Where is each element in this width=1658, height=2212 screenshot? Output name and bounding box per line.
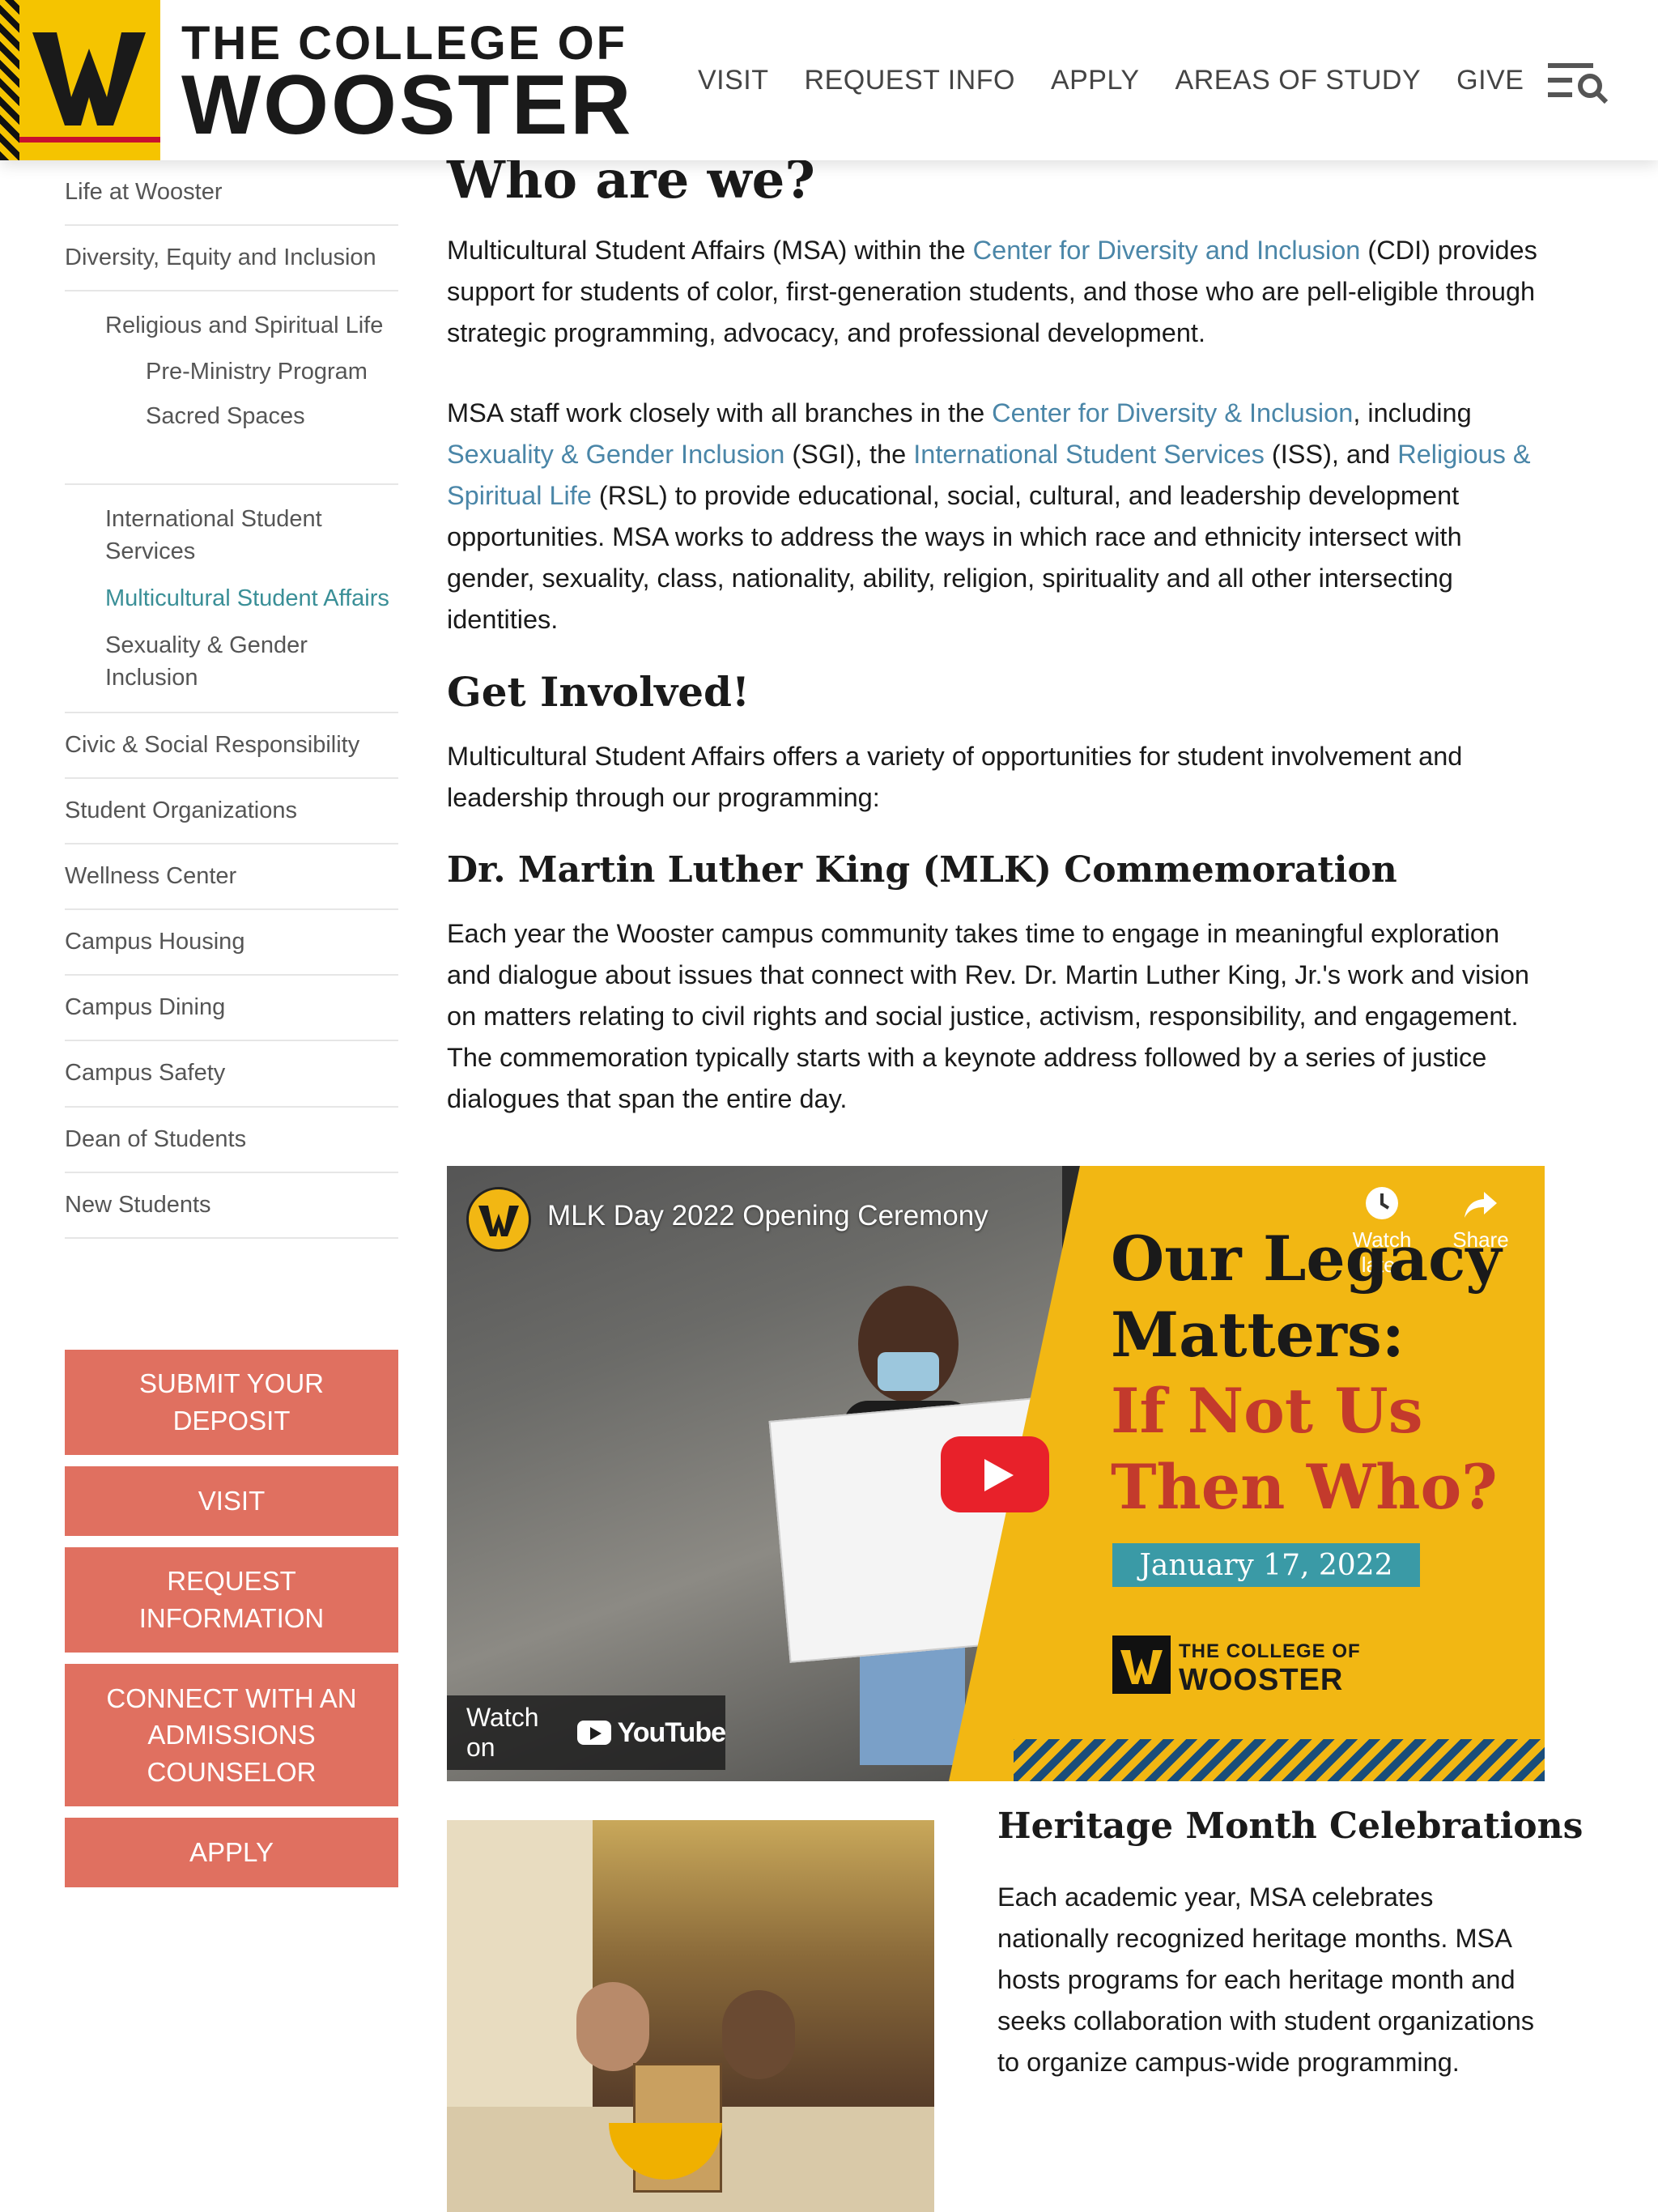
sidebar-item-religious-spiritual-life[interactable]: Religious and Spiritual Life xyxy=(105,309,398,342)
sidebar-item-civic[interactable]: Civic & Social Responsibility xyxy=(65,713,398,779)
connect-counselor-button[interactable]: CONNECT WITH AN ADMISSIONS COUNSELOR xyxy=(65,1664,398,1806)
video-date-badge: January 17, 2022 xyxy=(1112,1543,1420,1587)
sidebar-item-iss[interactable]: International Student Services xyxy=(105,503,398,568)
sidebar-item-student-orgs[interactable]: Student Organizations xyxy=(65,779,398,844)
youtube-logo-icon: YouTube xyxy=(576,1716,726,1749)
visit-button[interactable]: VISIT xyxy=(65,1466,398,1536)
headline-line-3: If Not Us xyxy=(1111,1375,1423,1447)
get-involved-heading: Get Involved! xyxy=(447,668,750,717)
heritage-paragraph: Each academic year, MSA celebrates natio… xyxy=(997,1882,1535,2077)
cta-buttons: SUBMIT YOUR DEPOSIT VISIT REQUEST INFORM… xyxy=(65,1350,398,1899)
text: (SGI), the xyxy=(784,440,914,470)
site-header: THE COLLEGE OF WOOSTER VISIT REQUEST INF… xyxy=(0,0,1658,160)
sidebar-item-wellness[interactable]: Wellness Center xyxy=(65,844,398,911)
youtube-video-embed[interactable]: MLK Day 2022 Opening Ceremony Watch late… xyxy=(447,1166,1545,1781)
sidebar-item-life-at-wooster[interactable]: Life at Wooster xyxy=(65,160,398,227)
menu-search-icon[interactable] xyxy=(1546,57,1611,105)
sidebar-item-dining[interactable]: Campus Dining xyxy=(65,976,398,1042)
text: MSA staff work closely with all branches… xyxy=(447,398,993,428)
text: (ISS), and xyxy=(1264,440,1398,470)
sidebar-item-msa[interactable]: Multicultural Student Affairs xyxy=(105,582,398,615)
text: (RSL) to provide educational, social, cu… xyxy=(447,481,1462,635)
share-icon xyxy=(1465,1192,1497,1218)
clock-icon xyxy=(1366,1187,1398,1219)
headline-line-4: Then Who? xyxy=(1111,1451,1498,1523)
text: Multicultural Student Affairs (MSA) with… xyxy=(447,236,973,266)
sidebar-subnav-2: International Student Services Multicult… xyxy=(65,485,398,713)
request-information-button[interactable]: REQUEST INFORMATION xyxy=(65,1547,398,1653)
sidebar-item-housing[interactable]: Campus Housing xyxy=(65,910,398,976)
heritage-heading: Heritage Month Celebrations xyxy=(997,1806,1584,1847)
video-logo-college: THE COLLEGE OF xyxy=(1179,1640,1361,1662)
logo-red-bar xyxy=(19,137,160,143)
nav-give[interactable]: GIVE xyxy=(1456,65,1524,96)
nav-areas-of-study[interactable]: AREAS OF STUDY xyxy=(1175,65,1422,96)
heritage-person-1 xyxy=(576,1982,649,2071)
sidebar-item-sgi[interactable]: Sexuality & Gender Inclusion xyxy=(105,629,398,694)
sidebar-item-dei[interactable]: Diversity, Equity and Inclusion xyxy=(65,226,398,292)
sidebar-subnav: Religious and Spiritual Life Pre-Ministr… xyxy=(65,291,398,485)
who-paragraph-2: MSA staff work closely with all branches… xyxy=(447,393,1548,640)
video-logo-wooster: WOOSTER xyxy=(1179,1663,1344,1697)
who-paragraph-1: Multicultural Student Affairs (MSA) with… xyxy=(447,230,1548,354)
submit-deposit-button[interactable]: SUBMIT YOUR DEPOSIT xyxy=(65,1350,398,1455)
link-cdi[interactable]: Center for Diversity and Inclusion xyxy=(973,236,1361,265)
headline-line-2: Matters: xyxy=(1111,1299,1405,1371)
sidebar-item-safety[interactable]: Campus Safety xyxy=(65,1041,398,1108)
link-sgi[interactable]: Sexuality & Gender Inclusion xyxy=(447,440,784,469)
watch-on-label: Watch on xyxy=(466,1703,539,1762)
college-logo[interactable] xyxy=(0,0,160,160)
play-button-icon[interactable] xyxy=(941,1436,1049,1512)
sidebar-subsubnav: Pre-Ministry Program Sacred Spaces xyxy=(105,356,398,432)
sidebar-item-new-students[interactable]: New Students xyxy=(65,1173,398,1239)
nav-visit[interactable]: VISIT xyxy=(698,65,769,96)
w-logo-icon xyxy=(32,32,146,125)
w-logo-icon xyxy=(478,1206,519,1236)
video-title[interactable]: MLK Day 2022 Opening Ceremony xyxy=(547,1200,988,1232)
mlk-heading: Dr. Martin Luther King (MLK) Commemorati… xyxy=(447,849,1397,891)
video-hatch-stripe xyxy=(1014,1739,1545,1781)
link-cdi-2[interactable]: Center for Diversity & Inclusion xyxy=(992,398,1353,428)
headline-line-1: Our Legacy xyxy=(1111,1223,1502,1295)
video-headline: Our Legacy Matters: If Not Us Then Who? xyxy=(1111,1221,1502,1525)
logo-stripe xyxy=(0,0,19,160)
top-navigation: VISIT REQUEST INFO APPLY AREAS OF STUDY … xyxy=(698,65,1524,96)
channel-avatar[interactable] xyxy=(466,1187,531,1252)
nav-apply[interactable]: APPLY xyxy=(1051,65,1140,96)
involved-paragraph: Multicultural Student Affairs offers a v… xyxy=(447,742,1463,813)
youtube-play-icon xyxy=(576,1721,611,1745)
sidebar-item-dean[interactable]: Dean of Students xyxy=(65,1108,398,1173)
logo-text-wooster: WOOSTER xyxy=(181,58,634,152)
video-logo-icon xyxy=(1112,1636,1171,1694)
sidebar-item-pre-ministry[interactable]: Pre-Ministry Program xyxy=(146,356,398,388)
sidebar-item-sacred-spaces[interactable]: Sacred Spaces xyxy=(146,401,398,432)
heritage-photo xyxy=(447,1820,934,2212)
nav-request-info[interactable]: REQUEST INFO xyxy=(805,65,1015,96)
mlk-paragraph: Each year the Wooster campus community t… xyxy=(447,919,1530,1114)
link-iss[interactable]: International Student Services xyxy=(913,440,1265,469)
youtube-label: YouTube xyxy=(617,1716,726,1748)
main-content: Who are we? Multicultural Student Affair… xyxy=(447,146,1548,1120)
apply-button[interactable]: APPLY xyxy=(65,1818,398,1887)
heritage-person-2 xyxy=(722,1990,795,2079)
watch-on-youtube-button[interactable]: Watch on YouTube xyxy=(447,1695,726,1770)
sidebar-nav: Life at Wooster Diversity, Equity and In… xyxy=(65,160,398,1239)
text: , including xyxy=(1353,398,1472,428)
page-title: Who are we? xyxy=(447,150,815,211)
